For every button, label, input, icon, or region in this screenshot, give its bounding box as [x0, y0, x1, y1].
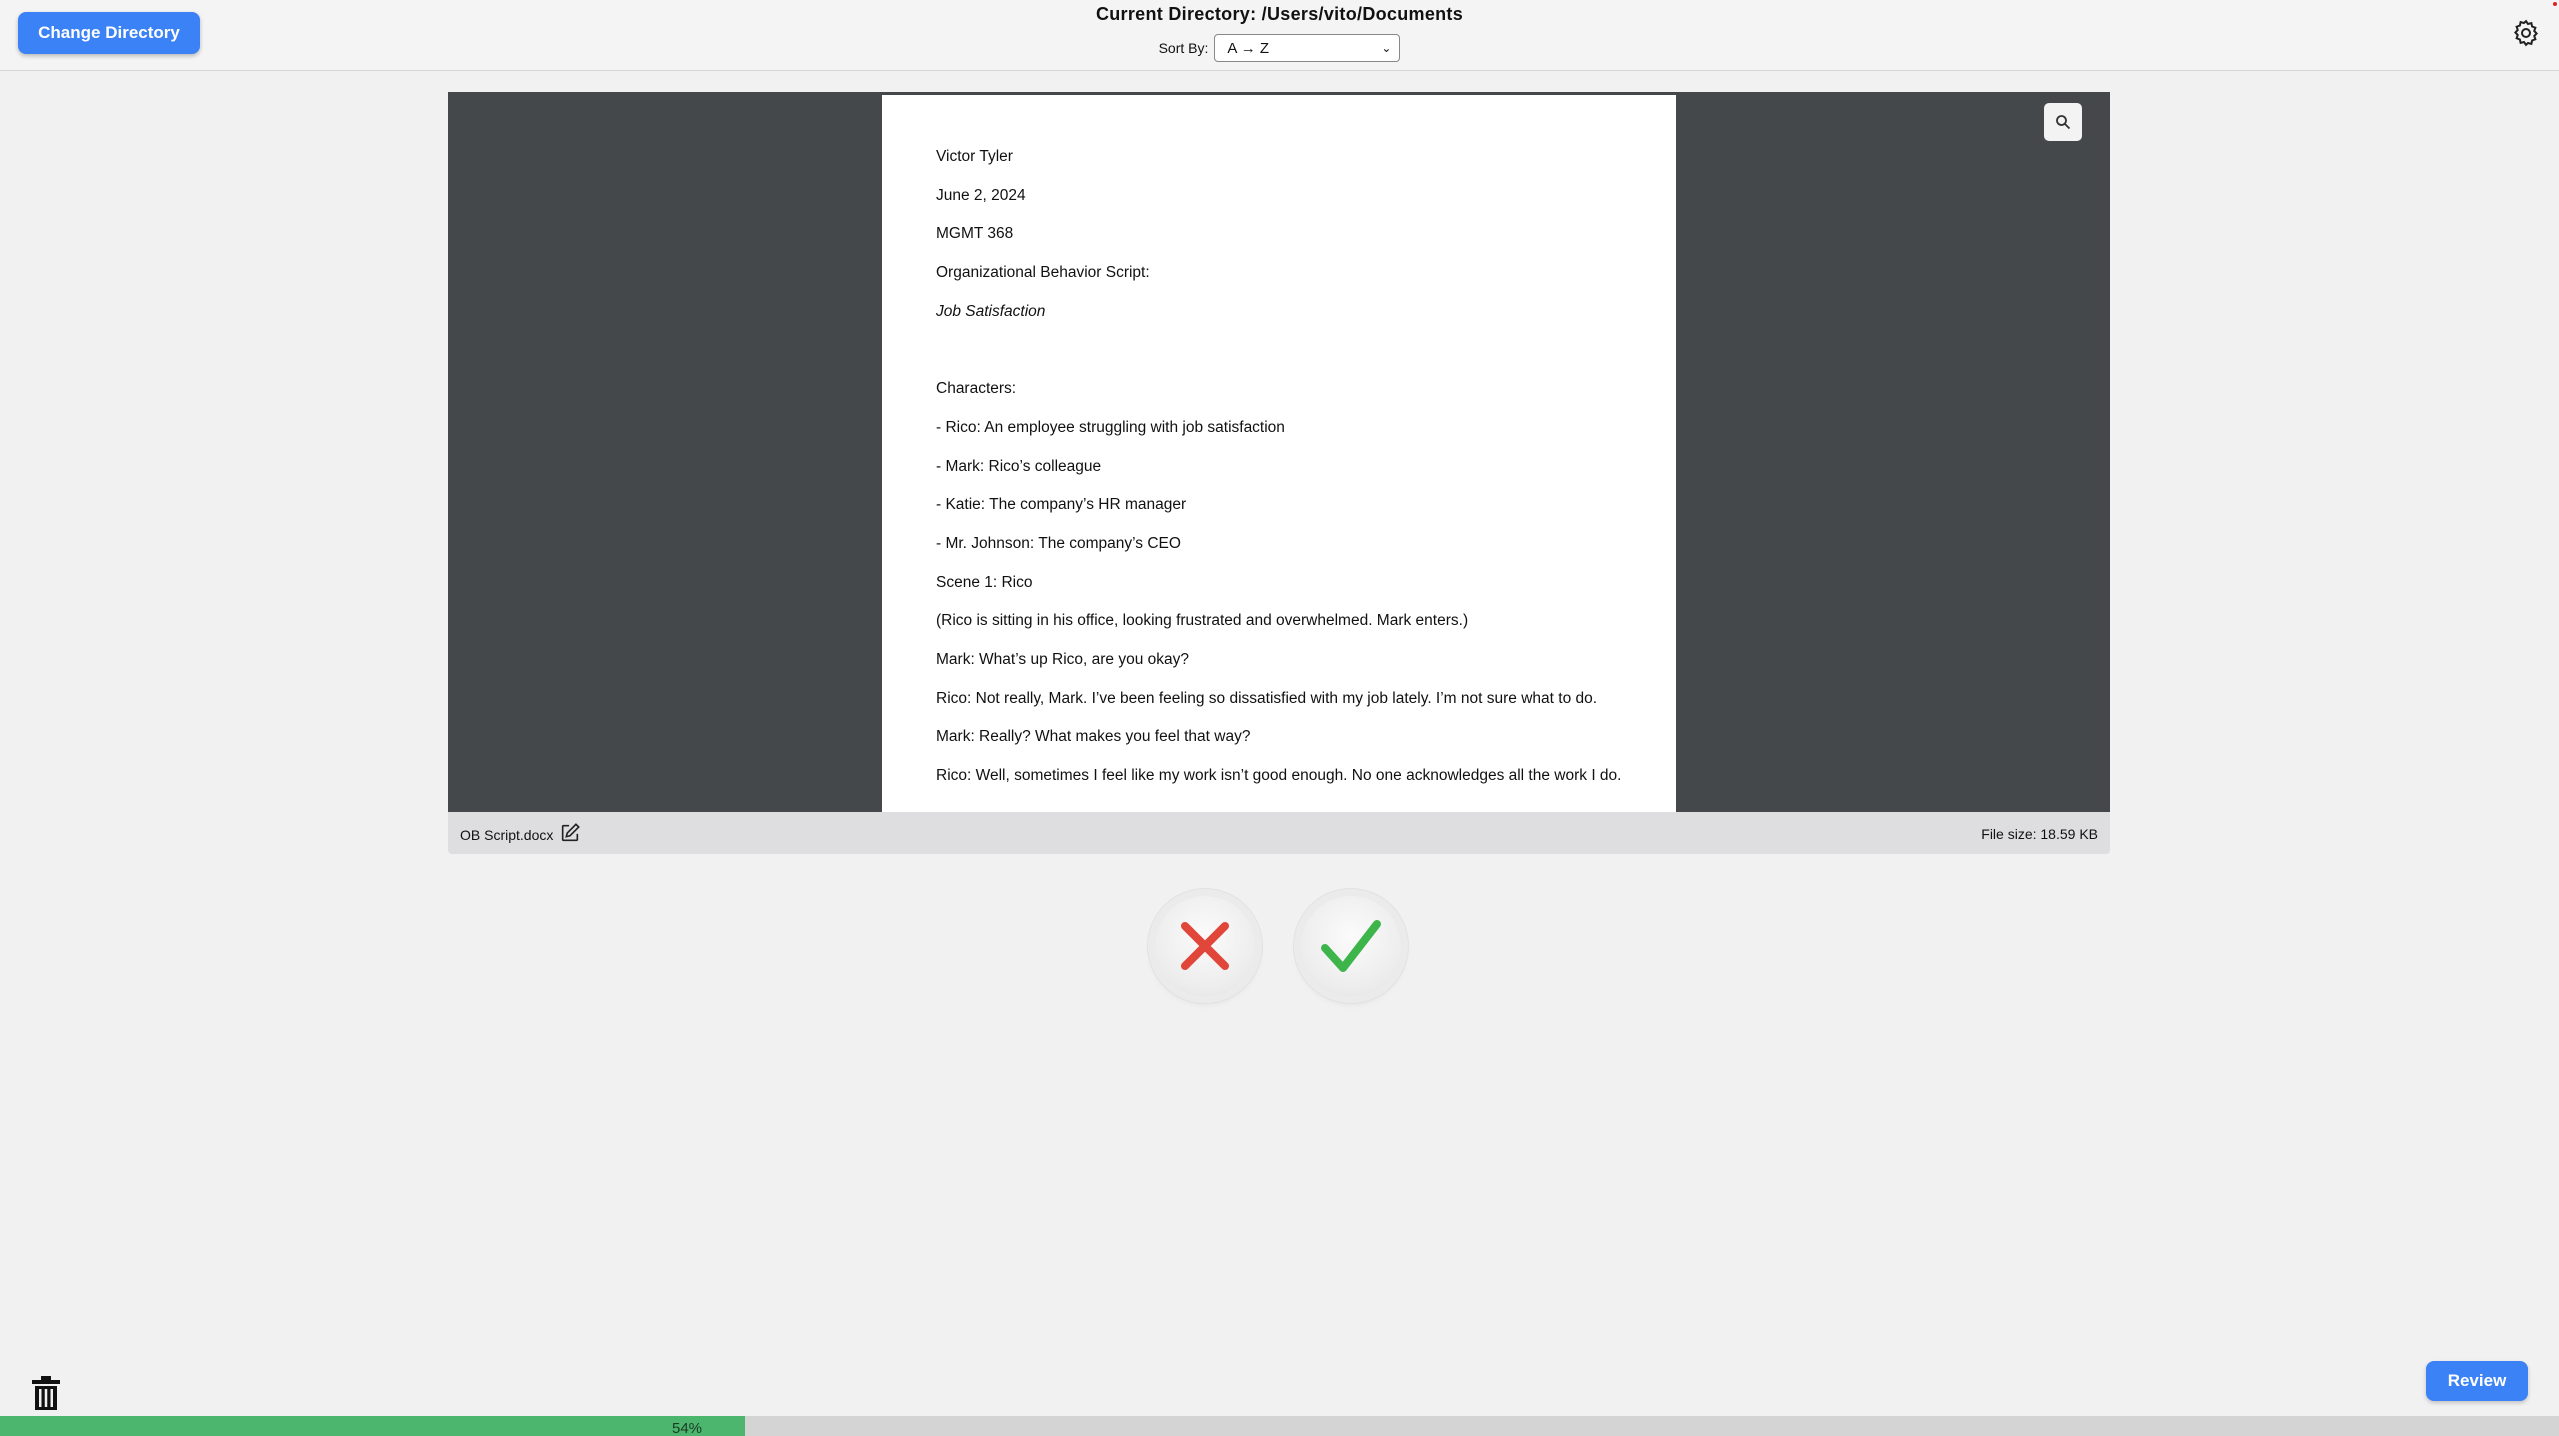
document-line: Organizational Behavior Script: — [936, 264, 1150, 282]
notification-dot — [2553, 2, 2557, 6]
document-line: Scene 1: Rico — [936, 573, 1033, 591]
progress-fill — [0, 1416, 746, 1436]
document-page[interactable]: Victor Tyler June 2, 2024 MGMT 368 Organiza… — [882, 95, 1676, 812]
document-line: MGMT 368 — [936, 225, 1014, 243]
document-line: - Rico: An employee struggling with job … — [936, 418, 1285, 436]
magnifier-icon — [2056, 115, 2071, 130]
progress-bar: 54% — [0, 1416, 2559, 1436]
sort-control: Sort By: A → Z ⌄ — [0, 34, 2559, 62]
trash-icon[interactable] — [30, 1375, 62, 1411]
gear-icon[interactable] — [2511, 18, 2541, 48]
zoom-button[interactable] — [2044, 103, 2082, 141]
file-name: OB Script.docx — [460, 827, 554, 843]
progress-label: 54% — [672, 1420, 703, 1436]
chevron-down-icon: ⌄ — [1381, 41, 1392, 55]
document-text: Victor Tyler June 2, 2024 MGMT 368 Organiza… — [936, 147, 1636, 805]
document-line: (Rico is sitting in his office, looking … — [936, 612, 1469, 630]
file-info-bar: OB Script.docx File size: 18.59 KB — [448, 812, 2110, 854]
document-line: June 2, 2024 — [936, 186, 1026, 204]
document-line: Characters: — [936, 380, 1017, 398]
edit-icon[interactable] — [559, 822, 581, 844]
document-line: Mark: Really? What makes you feel that w… — [936, 728, 1251, 746]
sort-selected-value: A → Z — [1227, 39, 1270, 57]
x-icon — [1181, 922, 1229, 970]
header-bar: Change Directory Current Directory: /Use… — [0, 0, 2559, 71]
document-line: - Mr. Johnson: The company’s CEO — [936, 535, 1181, 552]
document-line: Job Satisfaction — [936, 302, 1046, 320]
document-preview: Victor Tyler June 2, 2024 MGMT 368 Organiza… — [448, 92, 2110, 812]
review-button[interactable]: Review — [2426, 1361, 2528, 1401]
document-line: Victor Tyler — [936, 148, 1013, 165]
document-line: Rico: Not really, Mark. I’ve been feelin… — [936, 689, 1598, 707]
check-icon — [1321, 920, 1381, 972]
file-size: File size: 18.59 KB — [1981, 826, 2098, 842]
sort-select[interactable]: A → Z ⌄ — [1214, 34, 1401, 62]
accept-button[interactable] — [1301, 896, 1401, 996]
document-line: - Katie: The company’s HR manager — [936, 496, 1187, 514]
document-line: - Mark: Rico’s colleague — [936, 457, 1102, 475]
reject-button[interactable] — [1155, 896, 1255, 996]
document-line: Rico: Well, sometimes I feel like my wor… — [936, 767, 1622, 785]
app-window: Change Directory Current Directory: /Use… — [0, 0, 2559, 1436]
sort-label: Sort By: — [1158, 40, 1209, 56]
current-directory-label: Current Directory: /Users/vito/Documents — [1095, 4, 1464, 24]
document-line: Mark: What’s up Rico, are you okay? — [936, 651, 1189, 669]
file-name-group: OB Script.docx — [460, 823, 581, 844]
